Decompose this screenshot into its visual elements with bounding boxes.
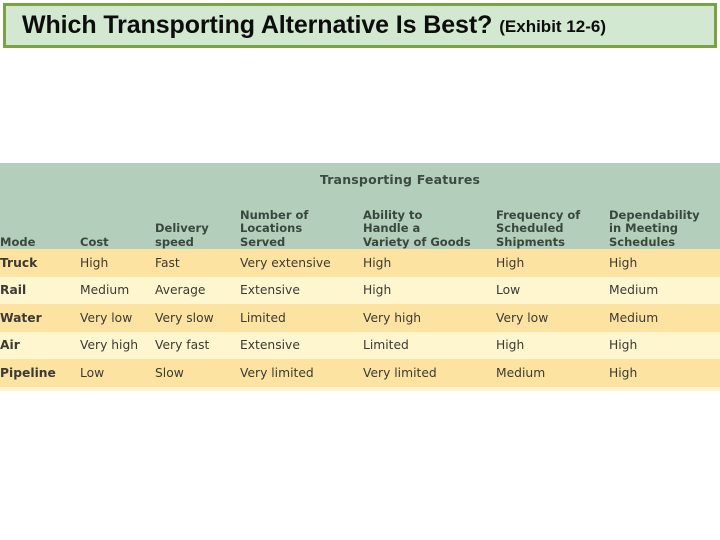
cell-cost: Medium	[80, 276, 155, 304]
column-header-cost-line-1: Cost	[80, 234, 109, 249]
cell-locations: Very extensive	[240, 249, 363, 277]
table-row: Pipeline Low Slow Very limited Very limi…	[0, 359, 720, 387]
cell-variety: Limited	[363, 331, 496, 359]
cell-mode: Rail	[0, 276, 80, 304]
cell-dependability: High	[609, 359, 720, 387]
cell-variety: High	[363, 276, 496, 304]
transporting-features-table: Transporting Features Mode Cost Delivery…	[0, 163, 720, 391]
cell-dependability: Medium	[609, 276, 720, 304]
cell-cost: Very low	[80, 304, 155, 332]
cell-dependability: High	[609, 249, 720, 277]
column-header-variety-line-3: Variety of Goods	[363, 234, 471, 249]
table-row: Air Very high Very fast Extensive Limite…	[0, 331, 720, 359]
cell-delivery-speed: Very fast	[155, 331, 240, 359]
column-header-dependability-line-1: Dependability	[609, 208, 700, 223]
column-header-frequency-line-2: Scheduled	[496, 221, 564, 236]
column-header-dependability-line-2: in Meeting	[609, 221, 679, 236]
cell-variety: Very limited	[363, 359, 496, 387]
column-header-row: Mode Cost Delivery speed Number of Locat…	[0, 187, 720, 249]
exhibit-reference: (Exhibit 12-6)	[499, 17, 606, 36]
slide-title-banner: Which Transporting Alternative Is Best? …	[3, 3, 717, 48]
column-header-delivery-speed-line-2: speed	[155, 234, 194, 249]
cell-delivery-speed: Fast	[155, 249, 240, 277]
cell-cost: Very high	[80, 331, 155, 359]
column-header-mode: Mode	[0, 187, 80, 249]
cell-dependability: Medium	[609, 304, 720, 332]
cell-frequency: High	[496, 331, 609, 359]
cell-variety: High	[363, 249, 496, 277]
table-bottom-edge	[0, 386, 720, 391]
column-header-delivery-speed-line-1: Delivery	[155, 221, 209, 236]
cell-delivery-speed: Average	[155, 276, 240, 304]
group-header-row: Transporting Features	[0, 163, 720, 187]
cell-variety: Very high	[363, 304, 496, 332]
cell-locations: Limited	[240, 304, 363, 332]
cell-locations: Very limited	[240, 359, 363, 387]
column-header-frequency-line-3: Shipments	[496, 234, 565, 249]
cell-mode: Pipeline	[0, 359, 80, 387]
column-header-ability-to-handle-variety-of-goods: Ability to Handle a Variety of Goods	[363, 187, 496, 249]
cell-mode: Water	[0, 304, 80, 332]
table-bottom-edge-cell	[0, 386, 720, 391]
column-header-number-of-locations-served: Number of Locations Served	[240, 187, 363, 249]
cell-locations: Extensive	[240, 276, 363, 304]
column-header-dependability-in-meeting-schedules: Dependability in Meeting Schedules	[609, 187, 720, 249]
column-header-dependability-line-3: Schedules	[609, 234, 676, 249]
group-header-spacer	[0, 163, 80, 187]
table-row: Rail Medium Average Extensive High Low M…	[0, 276, 720, 304]
cell-frequency: Low	[496, 276, 609, 304]
column-header-cost: Cost	[80, 187, 155, 249]
table-body: Truck High Fast Very extensive High High…	[0, 249, 720, 391]
cell-delivery-speed: Very slow	[155, 304, 240, 332]
cell-cost: High	[80, 249, 155, 277]
cell-frequency: Medium	[496, 359, 609, 387]
cell-frequency: High	[496, 249, 609, 277]
column-header-mode-line-1: Mode	[0, 234, 36, 249]
page-title: Which Transporting Alternative Is Best?	[22, 11, 493, 39]
table-head: Transporting Features Mode Cost Delivery…	[0, 163, 720, 249]
column-header-locations-line-1: Number of	[240, 208, 309, 223]
group-header-transporting-features: Transporting Features	[80, 163, 720, 187]
cell-cost: Low	[80, 359, 155, 387]
table-row: Truck High Fast Very extensive High High…	[0, 249, 720, 277]
column-header-frequency-line-1: Frequency of	[496, 208, 581, 223]
column-header-locations-line-3: Served	[240, 234, 286, 249]
cell-delivery-speed: Slow	[155, 359, 240, 387]
column-header-frequency-of-scheduled-shipments: Frequency of Scheduled Shipments	[496, 187, 609, 249]
cell-frequency: Very low	[496, 304, 609, 332]
column-header-locations-line-2: Locations	[240, 221, 303, 236]
transporting-features-table-container: Transporting Features Mode Cost Delivery…	[0, 163, 720, 391]
cell-dependability: High	[609, 331, 720, 359]
cell-mode: Truck	[0, 249, 80, 277]
cell-mode: Air	[0, 331, 80, 359]
cell-locations: Extensive	[240, 331, 363, 359]
column-header-variety-line-1: Ability to	[363, 208, 423, 223]
column-header-variety-line-2: Handle a	[363, 221, 421, 236]
table-row: Water Very low Very slow Limited Very hi…	[0, 304, 720, 332]
column-header-delivery-speed: Delivery speed	[155, 187, 240, 249]
